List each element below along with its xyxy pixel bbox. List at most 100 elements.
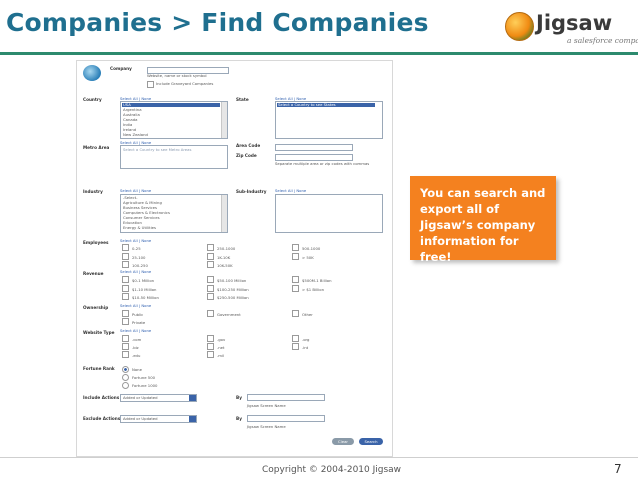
- ownership-option-checkbox[interactable]: [292, 310, 299, 317]
- revenue-option-label: > $1 Billion: [302, 287, 324, 292]
- ownership-label: Ownership: [83, 305, 109, 310]
- ownership-option-checkbox[interactable]: [122, 318, 129, 325]
- metro-area-listbox[interactable]: Select a Country to see Metro Areas: [120, 145, 228, 169]
- search-magnifier-icon: [83, 65, 101, 81]
- list-item[interactable]: Energy & Utilities: [123, 226, 156, 230]
- employees-select-all-none[interactable]: Select All | None: [120, 239, 151, 243]
- sub-industry-listbox[interactable]: [275, 194, 383, 233]
- revenue-option-label: $10-50 Million: [132, 295, 159, 300]
- ownership-select-all-none[interactable]: Select All | None: [120, 304, 151, 308]
- revenue-option-checkbox[interactable]: [122, 276, 129, 283]
- ownership-option-label: Government: [217, 312, 241, 317]
- include-actions-label: Include Actions: [83, 395, 120, 400]
- fortune-500-radio[interactable]: [122, 374, 129, 381]
- website-type-checkbox[interactable]: [207, 351, 214, 358]
- area-code-input[interactable]: [275, 144, 353, 151]
- exclude-by-label: By: [236, 416, 242, 421]
- chevron-down-icon: [189, 416, 196, 422]
- website-type-option-label: .int: [302, 345, 309, 350]
- ownership-option-label: Other: [302, 312, 313, 317]
- revenue-option-label: $1-10 Million: [132, 287, 157, 292]
- website-type-option-label: .net: [217, 345, 225, 350]
- slide-title: Companies > Find Companies: [6, 8, 429, 37]
- employees-option-label: > 50K: [302, 255, 314, 260]
- website-type-option-label: .org: [302, 337, 310, 342]
- website-type-label: Website Type: [83, 330, 115, 335]
- ownership-option-checkbox[interactable]: [122, 310, 129, 317]
- area-code-label: Area Code: [236, 143, 261, 148]
- employees-option-label: 250-1000: [217, 246, 236, 251]
- industry-select-all-none[interactable]: Select All | None: [120, 189, 151, 193]
- metro-area-label: Metro Area: [83, 145, 110, 150]
- state-listbox[interactable]: Select a Country to see States: [275, 101, 383, 139]
- state-label: State: [236, 97, 249, 102]
- fortune-rank-label: Fortune Rank: [83, 366, 115, 371]
- list-item[interactable]: New Zealand: [123, 133, 148, 137]
- include-actions-select[interactable]: Added or Updated: [120, 394, 197, 402]
- fortune-option-label: Fortune 1000: [132, 383, 158, 388]
- footer-divider: [0, 457, 638, 458]
- website-type-checkbox[interactable]: [292, 335, 299, 342]
- fortune-none-radio[interactable]: [122, 366, 129, 373]
- website-type-checkbox[interactable]: [207, 335, 214, 342]
- employees-option-checkbox[interactable]: [122, 253, 129, 260]
- exclude-by-input[interactable]: [247, 415, 325, 422]
- clear-button[interactable]: Clear: [332, 438, 354, 445]
- fortune-option-label: None: [132, 367, 142, 372]
- zip-code-input[interactable]: [275, 154, 353, 161]
- employees-option-checkbox[interactable]: [122, 261, 129, 268]
- website-type-checkbox[interactable]: [122, 351, 129, 358]
- revenue-option-checkbox[interactable]: [207, 276, 214, 283]
- employees-option-checkbox[interactable]: [207, 261, 214, 268]
- website-type-checkbox[interactable]: [122, 343, 129, 350]
- employees-option-label: 500-1000: [302, 246, 321, 251]
- revenue-select-all-none[interactable]: Select All | None: [120, 270, 151, 274]
- employees-option-checkbox[interactable]: [292, 244, 299, 251]
- country-scrollbar[interactable]: [221, 102, 227, 138]
- graveyard-label: Include Graveyard Companies: [156, 81, 214, 86]
- revenue-option-checkbox[interactable]: [207, 293, 214, 300]
- revenue-option-checkbox[interactable]: [292, 285, 299, 292]
- revenue-option-label: $50-100 Million: [217, 278, 247, 283]
- employees-label: Employees: [83, 240, 109, 245]
- employees-option-checkbox[interactable]: [122, 244, 129, 251]
- website-type-checkbox[interactable]: [122, 335, 129, 342]
- company-hint: Website, name or stock symbol: [147, 73, 207, 78]
- promo-callout: You can search and export all of Jigsaw’…: [410, 176, 556, 264]
- employees-option-label: 1K-10K: [217, 255, 231, 260]
- revenue-option-checkbox[interactable]: [207, 285, 214, 292]
- logo-wordmark: Jigsaw: [536, 11, 613, 35]
- title-divider: [0, 52, 638, 55]
- fortune-1000-radio[interactable]: [122, 382, 129, 389]
- website-type-checkbox[interactable]: [207, 343, 214, 350]
- ownership-option-label: Private: [132, 320, 146, 325]
- exclude-actions-label: Exclude Actions: [83, 416, 121, 421]
- logo-tagline: a salesforce company: [567, 36, 638, 45]
- revenue-option-label: $100-250 Million: [217, 287, 249, 292]
- employees-option-label: 10K-50K: [217, 263, 233, 268]
- revenue-option-checkbox[interactable]: [292, 276, 299, 283]
- chevron-down-icon: [189, 395, 196, 401]
- revenue-option-checkbox[interactable]: [122, 285, 129, 292]
- employees-option-checkbox[interactable]: [207, 244, 214, 251]
- country-listbox[interactable]: USA Argentina Australia Canada India Ire…: [120, 101, 228, 139]
- website-type-select-all-none[interactable]: Select All | None: [120, 329, 151, 333]
- revenue-option-checkbox[interactable]: [122, 293, 129, 300]
- find-companies-form: Company Website, name or stock symbol In…: [76, 60, 393, 457]
- include-by-input[interactable]: [247, 394, 325, 401]
- graveyard-checkbox[interactable]: [147, 81, 154, 88]
- website-type-checkbox[interactable]: [292, 343, 299, 350]
- employees-option-checkbox[interactable]: [207, 253, 214, 260]
- employees-option-checkbox[interactable]: [292, 253, 299, 260]
- industry-listbox[interactable]: -Select- Agriculture & Mining Business S…: [120, 194, 228, 233]
- fortune-option-label: Fortune 500: [132, 375, 156, 380]
- include-actions-value: Added or Updated: [123, 395, 158, 400]
- revenue-label: Revenue: [83, 271, 104, 276]
- sub-industry-select-all-none[interactable]: Select All | None: [275, 189, 306, 193]
- search-button[interactable]: Search: [359, 438, 383, 445]
- ownership-option-checkbox[interactable]: [207, 310, 214, 317]
- jigsaw-ball-icon: [505, 12, 534, 41]
- industry-scrollbar[interactable]: [221, 195, 227, 232]
- exclude-actions-select[interactable]: Added or Updated: [120, 415, 197, 423]
- exclude-actions-value: Added or Updated: [123, 416, 158, 421]
